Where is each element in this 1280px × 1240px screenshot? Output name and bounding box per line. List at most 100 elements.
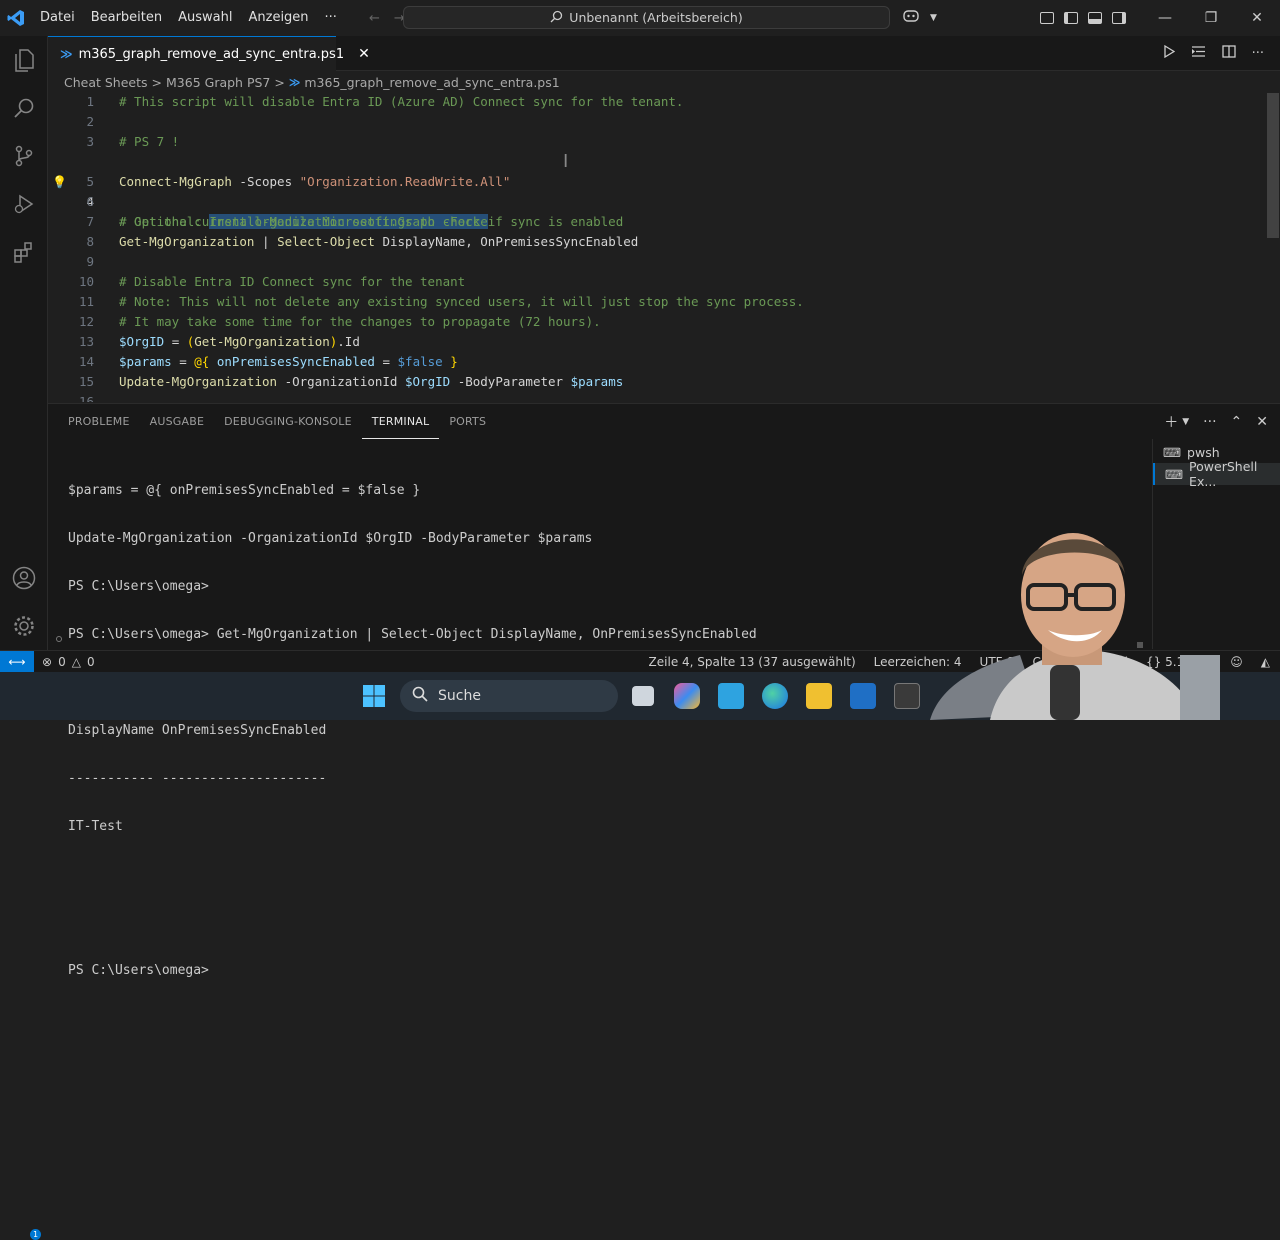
split-editor-icon[interactable] (1221, 45, 1236, 62)
warning-count: 0 (86, 654, 95, 669)
breadcrumb: Cheat Sheets > M365 Graph PS7 > ≫ m365_g… (48, 71, 1280, 93)
search-label: Suche (438, 688, 481, 704)
manage-gear-icon[interactable]: 1 (0, 602, 48, 1240)
copilot-app-icon[interactable] (674, 683, 700, 709)
source-control-icon[interactable] (0, 132, 48, 180)
back-arrow-icon[interactable]: ← (369, 11, 380, 26)
explorer-icon[interactable] (0, 36, 48, 84)
copilot-status-icon[interactable]: ☺ (1230, 655, 1243, 669)
terminal-item-label: PowerShell Ex... (1189, 459, 1258, 489)
editor-scroll-thumb[interactable] (1267, 93, 1279, 238)
menu-more[interactable]: ··· (317, 0, 345, 36)
warning-icon: △ (71, 654, 81, 669)
breadcrumb-folder-1[interactable]: Cheat Sheets (64, 75, 148, 90)
run-debug-icon[interactable] (0, 180, 48, 228)
line-number: 8 (86, 234, 94, 249)
webcam-overlay (930, 515, 1230, 720)
breadcrumb-folder-2[interactable]: M365 Graph PS7 (166, 75, 270, 90)
task-view-icon[interactable] (632, 686, 654, 706)
toggle-panel-icon[interactable] (1088, 12, 1102, 24)
search-sidebar-icon[interactable] (0, 84, 48, 132)
more-actions-icon[interactable]: ··· (1203, 414, 1216, 430)
terminal-item-powershell-extension[interactable]: ⌨ PowerShell Ex... (1153, 459, 1280, 489)
terminal-app-icon[interactable] (894, 683, 920, 709)
line-number: 10 (78, 274, 94, 289)
file-explorer-icon[interactable] (806, 683, 832, 709)
notifications-bell-icon[interactable]: ◭ (1261, 655, 1270, 669)
update-badge: 1 (30, 1229, 41, 1240)
tab-terminal[interactable]: TERMINAL (361, 405, 440, 439)
tab-active-file[interactable]: ≫ m365_graph_remove_ad_sync_entra.ps1 ✕ (48, 36, 370, 71)
minimize-icon[interactable]: — (1142, 0, 1188, 36)
problems-status[interactable]: ⊗ 0 △ 0 (42, 655, 95, 669)
code-pipe: | (262, 234, 270, 249)
command-center-label: Unbenannt (Arbeitsbereich) (569, 10, 743, 25)
copilot-icon[interactable] (902, 9, 920, 27)
code-comment: # Disable Entra ID Connect sync for the … (119, 274, 466, 289)
terminal-line: IT-Test (68, 819, 123, 834)
code-editor[interactable]: 1 # This script will disable Entra ID (Az… (48, 93, 1266, 402)
chevron-down-icon[interactable]: ▼ (1182, 417, 1189, 427)
line-number: 6 (86, 194, 94, 209)
code-property: .Id (337, 334, 360, 349)
editor-tabs: ≫ m365_graph_remove_ad_sync_entra.ps1 ✕ … (48, 36, 1280, 71)
cursor-position[interactable]: Zeile 4, Spalte 13 (37 ausgewählt) (649, 655, 856, 669)
menu-anzeigen[interactable]: Anzeigen (240, 0, 316, 36)
code-param: -OrganizationId (284, 374, 398, 389)
toggle-secondary-sidebar-icon[interactable] (1112, 12, 1126, 24)
taskbar-search[interactable]: Suche (400, 680, 618, 712)
maximize-panel-icon[interactable]: ⌃ (1231, 414, 1243, 430)
command-center[interactable]: Unbenannt (Arbeitsbereich) (403, 6, 890, 29)
calculator-app-icon[interactable] (718, 683, 744, 709)
tab-ausgabe[interactable]: AUSGABE (140, 404, 215, 439)
code-args: DisplayName, OnPremisesSyncEnabled (382, 234, 639, 249)
account-icon[interactable] (0, 554, 48, 602)
customize-layout-icon[interactable] (1040, 12, 1054, 24)
terminal-icon: ⌨ (1165, 466, 1184, 482)
menu-bearbeiten[interactable]: Bearbeiten (83, 0, 170, 36)
tab-debugging-konsole[interactable]: DEBUGGING-KONSOLE (214, 404, 362, 439)
command-decoration-icon[interactable] (56, 636, 62, 642)
menu-datei[interactable]: Datei (32, 0, 83, 36)
remote-icon[interactable]: ⟷ (0, 650, 34, 673)
terminal-line: ----------- --------------------- (68, 771, 327, 786)
code-operator: = (171, 334, 180, 349)
code-param: -Scopes (239, 174, 293, 189)
run-selection-icon[interactable] (1191, 45, 1206, 62)
line-number: 7 (86, 214, 94, 229)
edge-browser-icon[interactable] (762, 683, 788, 709)
code-cmdlet: Update-MgOrganization (119, 374, 278, 389)
code-comment: # Get the current organization settings … (119, 214, 624, 229)
code-comment: # Note: This will not delete any existin… (119, 294, 804, 309)
windows-start-icon[interactable] (362, 684, 386, 708)
toggle-sidebar-icon[interactable] (1064, 12, 1078, 24)
line-number: 14 (78, 354, 94, 369)
close-panel-icon[interactable]: ✕ (1256, 414, 1268, 430)
line-number: 13 (78, 334, 94, 349)
breadcrumb-file[interactable]: m365_graph_remove_ad_sync_entra.ps1 (304, 75, 559, 90)
restore-icon[interactable]: ❐ (1188, 0, 1234, 36)
code-bracket: } (450, 354, 458, 369)
chevron-down-icon[interactable]: ▼ (930, 13, 937, 23)
code-cmdlet: Connect-MgGraph (119, 174, 232, 189)
run-icon[interactable] (1163, 44, 1175, 62)
line-number: 16 (78, 394, 94, 402)
code-comment: # It may take some time for the changes … (119, 314, 601, 329)
activity-bar: 1 (0, 36, 48, 1240)
tab-ports[interactable]: PORTS (439, 404, 496, 439)
code-cmdlet: Get-MgOrganization (194, 334, 330, 349)
close-window-icon[interactable]: ✕ (1234, 0, 1280, 36)
vscode-logo-icon (0, 9, 32, 27)
extensions-icon[interactable] (0, 228, 48, 276)
code-cmdlet: Select-Object (277, 234, 375, 249)
terminal-prompt: PS C:\Users\omega> (68, 963, 209, 978)
close-tab-icon[interactable]: ✕ (358, 46, 370, 62)
panel-tabs: PROBLEME AUSGABE DEBUGGING-KONSOLE TERMI… (48, 404, 496, 439)
new-terminal-icon[interactable]: ＋ (1164, 412, 1178, 432)
more-actions-icon[interactable]: ··· (1252, 46, 1264, 61)
vscode-taskbar-icon[interactable] (850, 683, 876, 709)
tab-probleme[interactable]: PROBLEME (58, 404, 140, 439)
line-number: 12 (78, 314, 94, 329)
menu-auswahl[interactable]: Auswahl (170, 0, 240, 36)
